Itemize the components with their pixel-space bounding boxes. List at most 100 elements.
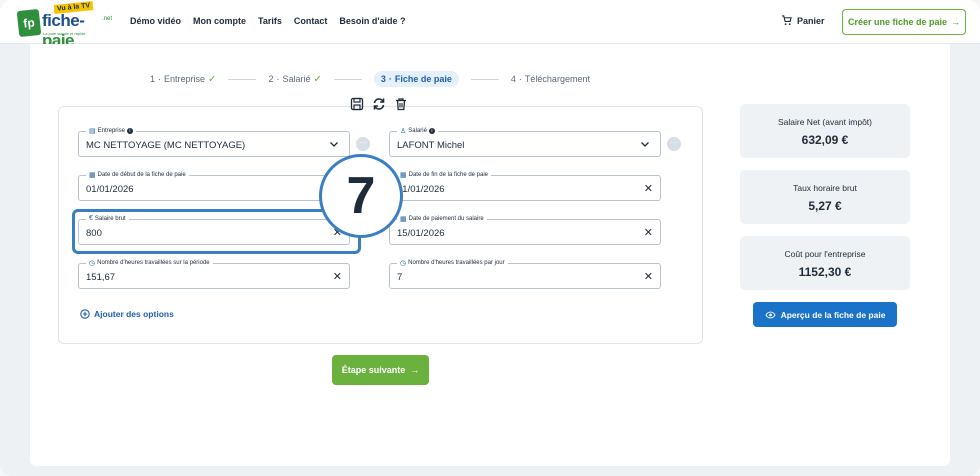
heures-jour-label-text: Nombre d'heures travaillées par jour: [408, 260, 505, 266]
nav-tarifs[interactable]: Tarifs: [258, 16, 282, 26]
step-separator: [333, 78, 362, 80]
user-icon: ♙: [400, 128, 407, 135]
step-number-badge: 7: [319, 154, 403, 238]
nav-contact[interactable]: Contact: [294, 16, 328, 26]
heures-periode-input[interactable]: ◷ Nombre d'heures travaillées sur la péri…: [78, 259, 350, 289]
add-options-button[interactable]: Ajouter des options: [80, 309, 174, 319]
chevron-down-icon: [330, 142, 338, 147]
clock-icon: ◷: [400, 260, 407, 267]
summary-title: Coût pour l'entreprise: [784, 249, 866, 259]
step-number: 3: [380, 74, 386, 84]
heures-periode-label-text: Nombre d'heures travaillées sur la pério…: [97, 260, 210, 266]
summary-value: 5,27 €: [808, 199, 842, 213]
date-fin-label-text: Date de fin de la fiche de paie: [408, 172, 489, 178]
create-payslip-label: Créer une fiche de paie: [847, 17, 948, 27]
logo-net: .net: [102, 16, 113, 22]
step-label: Fiche de paie: [394, 74, 452, 84]
clock-icon: ◷: [89, 260, 96, 267]
chevron-down-icon: [641, 142, 649, 147]
date-debut-label: ▦ Date de début de la fiche de paie: [86, 171, 189, 179]
add-options-label: Ajouter des options: [94, 309, 174, 319]
logo-tagline: La paie simple et rapide: [43, 31, 86, 36]
salarie-select[interactable]: ♙ Salarié i LAFONT Michel: [389, 127, 661, 157]
step-number: 1: [150, 74, 156, 84]
entreprise-select[interactable]: ▤ Entreprise i MC NETTOYAGE (MC NETTOYAGE): [78, 127, 350, 157]
clear-icon[interactable]: ✕: [644, 182, 653, 195]
step-separator: [470, 78, 499, 80]
save-icon[interactable]: [350, 97, 364, 111]
nav-demo-video[interactable]: Démo vidéo: [130, 16, 181, 26]
entreprise-more-icon[interactable]: ···: [356, 137, 370, 151]
cart-link[interactable]: Panier: [781, 15, 825, 26]
arrow-right-icon: →: [951, 17, 961, 27]
next-step-label: Étape suivante: [341, 365, 406, 375]
preview-payslip-button[interactable]: Aperçu de la fiche de paie: [753, 302, 897, 327]
cart-label: Panier: [797, 15, 825, 26]
salarie-more-icon[interactable]: ···: [667, 137, 681, 151]
refresh-icon[interactable]: [372, 97, 386, 111]
date-debut-value: 01/01/2026: [86, 184, 134, 195]
heures-periode-value: 151,67: [86, 272, 116, 283]
next-step-button[interactable]: Étape suivante →: [332, 355, 429, 385]
step-label: Téléchargement: [524, 74, 590, 84]
brand-part-a: fiche: [42, 11, 80, 30]
date-paiement-input[interactable]: ▦ Date de paiement du salaire 15/01/2026 …: [389, 215, 661, 245]
salarie-label: ♙ Salarié i: [397, 127, 438, 135]
calendar-icon: ▦: [89, 172, 96, 179]
calendar-icon: ▦: [400, 216, 407, 223]
date-paiement-value: 15/01/2026: [397, 228, 445, 239]
check-icon: ✓: [313, 73, 322, 85]
date-fin-value: 31/01/2026: [397, 184, 445, 195]
clear-icon[interactable]: ✕: [644, 270, 653, 283]
fp-logo-mark: fp: [16, 8, 42, 38]
nav-mon-compte[interactable]: Mon compte: [193, 16, 246, 26]
eye-icon: [764, 311, 776, 318]
check-icon: ✓: [208, 73, 217, 85]
heures-jour-value: 7: [397, 272, 403, 283]
summary-hourly-rate: Taux horaire brut 5,27 €: [740, 170, 910, 224]
info-icon[interactable]: i: [126, 128, 133, 134]
fiche-paie-logo[interactable]: fp Vu à la TV fiche-paie .net La paie si…: [16, 0, 113, 50]
arrow-right-icon: →: [410, 365, 420, 375]
date-debut-input[interactable]: ▦ Date de début de la fiche de paie 01/01…: [78, 171, 350, 201]
info-icon[interactable]: i: [428, 128, 435, 134]
app-frame: fp Vu à la TV fiche-paie .net La paie si…: [0, 0, 980, 476]
step-number: 4: [510, 74, 516, 84]
step-number: 2: [268, 74, 274, 84]
calendar-icon: ▦: [400, 172, 407, 179]
salarie-value: LAFONT Michel: [397, 140, 465, 151]
heures-jour-input[interactable]: ◷ Nombre d'heures travaillées par jour 7 …: [389, 259, 661, 289]
stepper: 1 · Entreprise ✓ 2 · Salarié ✓ 3 · Fiche de paie…: [150, 70, 590, 88]
summary-value: 1152,30 €: [798, 265, 852, 279]
building-icon: ▤: [89, 128, 96, 135]
date-paiement-label: ▦ Date de paiement du salaire: [397, 215, 487, 223]
clear-icon[interactable]: ✕: [644, 226, 653, 239]
plus-circle-icon: [80, 309, 90, 319]
create-payslip-button[interactable]: Créer une fiche de paie →: [842, 9, 966, 35]
date-fin-input[interactable]: ▦ Date de fin de la fiche de paie 31/01/2…: [389, 171, 661, 201]
step-label: Entreprise: [164, 74, 206, 84]
heures-jour-label: ◷ Nombre d'heures travaillées par jour: [397, 259, 508, 267]
step-telechargement[interactable]: 4 · Téléchargement: [511, 74, 590, 84]
date-fin-label: ▦ Date de fin de la fiche de paie: [397, 171, 492, 179]
summary-value: 632,09 €: [801, 133, 849, 147]
step-salarie[interactable]: 2 · Salarié ✓: [268, 74, 321, 85]
cart-icon: [781, 15, 792, 26]
date-debut-label-text: Date de début de la fiche de paie: [97, 172, 186, 178]
nav-besoin-aide[interactable]: Besoin d'aide ?: [339, 16, 405, 26]
step-separator: [228, 78, 257, 80]
clear-icon[interactable]: ✕: [333, 270, 342, 283]
summary-title: Salaire Net (avant impôt): [777, 117, 872, 127]
top-header: fp Vu à la TV fiche-paie .net La paie si…: [0, 0, 980, 50]
step-fiche-de-paie[interactable]: 3 · Fiche de paie: [373, 71, 459, 87]
salarie-label-text: Salarié: [408, 128, 427, 134]
trash-icon[interactable]: [394, 97, 408, 111]
entreprise-label-text: Entreprise: [97, 128, 125, 134]
date-paiement-label-text: Date de paiement du salaire: [408, 216, 484, 222]
form-toolbar: [350, 97, 408, 111]
step-entreprise[interactable]: 1 · Entreprise ✓: [150, 74, 216, 85]
salaire-brut-highlight: [72, 209, 361, 254]
summary-employer-cost: Coût pour l'entreprise 1152,30 €: [740, 236, 910, 290]
step-label: Salarié: [282, 74, 311, 84]
main-nav: Démo vidéo Mon compte Tarifs Contact Bes…: [130, 16, 418, 26]
